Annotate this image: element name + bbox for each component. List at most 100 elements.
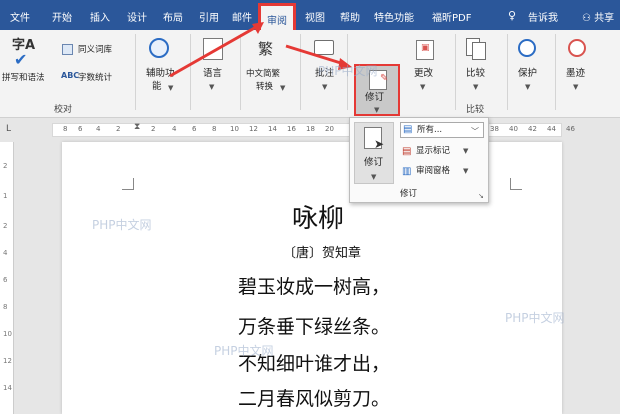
chevron-down-icon: ▼ [322,83,328,91]
ruler-tick: 14 [3,384,12,392]
ruler-tick: 1 [3,192,8,200]
word-count-icon: ABC [61,71,80,80]
chevron-down-icon: ﹀ [471,127,479,136]
ink-icon [568,39,586,57]
compare-icon-back [472,42,486,60]
poem-author: 〔唐〕贺知章 [283,246,362,261]
ruler-tick: 20 [325,125,334,133]
track-label: 修订 [364,157,384,168]
tab-stop-selector[interactable]: L [6,124,11,134]
ruler-tick: 16 [287,125,296,133]
chevron-down-icon: ▼ [371,173,377,181]
group-divider [135,34,136,110]
chevron-down-icon: ▼ [463,147,469,155]
person-icon: ⚇ [582,13,591,24]
ruler-tick: 12 [249,125,258,133]
margin-marker [122,178,134,190]
ruler-tick: 2 [116,125,121,133]
ruler-tick: 46 [566,125,575,133]
ruler-tick: 44 [547,125,556,133]
ruler-tick: 8 [212,125,217,133]
checkmark-icon: ✔ [14,50,28,69]
track-changes-label: 修订 [365,92,385,103]
word-count-label: 字数统计 [78,73,113,83]
watermark: PHP中文网 [214,344,274,358]
ruler-tick: 4 [172,125,177,133]
tab-special-features[interactable]: 特色功能 [374,9,414,24]
review-pane-label: 审阅窗格 [416,166,451,176]
protect-icon [518,39,536,57]
poem-line: 万条垂下绿丝条。 [238,316,391,338]
track-changes-dropdown: ➤ 修订 ▼ ▤ 所有... ﹀ ▤ 显示标记 ▼ ▥ 审阅窗格 ▼ 修订 ↘ [349,117,489,203]
ruler-tick: 4 [96,125,101,133]
dialog-launcher-icon[interactable]: ↘ [478,192,484,200]
thesaurus-icon [62,44,73,55]
protect-label: 保护 [518,68,538,79]
tell-me-search[interactable]: 告诉我 [528,9,558,24]
share-button[interactable]: ⚇ 共享 [582,9,614,24]
share-label: 共享 [594,13,615,24]
group-divider [555,34,556,110]
chevron-down-icon: ▼ [525,83,531,91]
horizontal-ruler: L ⧗ 8 6 4 2 2 4 6 8 10 12 14 16 18 20 38… [0,118,620,142]
changes-label: 更改 [414,68,434,79]
track-group-label: 修订 [400,189,418,199]
ruler-tick: 10 [230,125,239,133]
pencil-icon: ✎ [380,73,389,84]
markup-value: 所有... [417,125,443,135]
ruler-tick: 6 [192,125,197,133]
ruler-tick: 12 [3,357,12,365]
watermark: PHP中文网 [505,311,565,325]
compare-group-label: 比较 [466,105,485,115]
callout-arrow [169,22,264,78]
ruler-tick: 4 [3,249,8,257]
accept-icon: ▣ [421,43,430,53]
lightbulb-icon[interactable]: ♀ [508,9,516,22]
tab-home[interactable]: 开始 [52,9,72,24]
ruler-tick: 6 [3,276,8,284]
show-markup-icon: ▤ [402,146,412,157]
ink-label: 墨迹 [566,68,586,79]
ribbon-tab-bar: 文件 开始 插入 设计 布局 引用 邮件 审阅 视图 帮助 特色功能 福昕PDF… [0,0,620,30]
margin-marker [510,178,522,190]
chevron-down-icon: ▼ [374,106,380,114]
review-pane-icon: ▥ [402,166,412,177]
track-changes-gallery-button[interactable]: ➤ 修订 ▼ [354,122,394,184]
tab-foxit-pdf[interactable]: 福昕PDF [432,9,471,24]
watermark: PHP中文网 [92,218,152,232]
watermark: PHP中文网 [318,64,378,78]
tab-file[interactable]: 文件 [10,9,30,24]
poem-line: 碧玉妆成一树高， [238,276,391,298]
group-divider [507,34,508,110]
tab-insert[interactable]: 插入 [90,9,110,24]
vertical-ruler: 2 1 2 4 6 8 10 12 14 [0,142,14,414]
markup-icon: ▤ [403,124,413,135]
cursor-icon: ➤ [374,137,385,151]
thesaurus-label: 同义词库 [78,45,113,55]
poem-line: 二月春风似剪刀。 [238,388,391,410]
ruler-tick: 8 [63,125,68,133]
proofing-group-label: 校对 [54,105,73,115]
tab-view[interactable]: 视图 [305,9,325,24]
ruler-tick: 38 [490,125,499,133]
chevron-down-icon: ▼ [280,84,286,92]
markup-select[interactable]: ▤ 所有... ﹀ [400,122,484,138]
group-divider [455,34,456,110]
chevron-down-icon: ▼ [420,83,426,91]
poem-title: 咏柳 [292,204,345,234]
ruler-tick: 42 [528,125,537,133]
spelling-label: 拼写和语法 [2,73,45,83]
tab-design[interactable]: 设计 [127,9,147,24]
ruler-tick: 10 [3,330,12,338]
indent-marker-icon[interactable]: ⧗ [134,122,140,132]
tab-help[interactable]: 帮助 [340,9,360,24]
ruler-tick: 2 [151,125,156,133]
chevron-down-icon: ▼ [573,83,579,91]
chevron-down-icon: ▼ [463,167,469,175]
chevron-down-icon: ▼ [473,83,479,91]
compare-label: 比较 [466,68,486,79]
ruler-tick: 2 [3,162,8,170]
ruler-tick: 18 [306,125,315,133]
ruler-tick: 8 [3,303,8,311]
ruler-tick: 14 [268,125,277,133]
